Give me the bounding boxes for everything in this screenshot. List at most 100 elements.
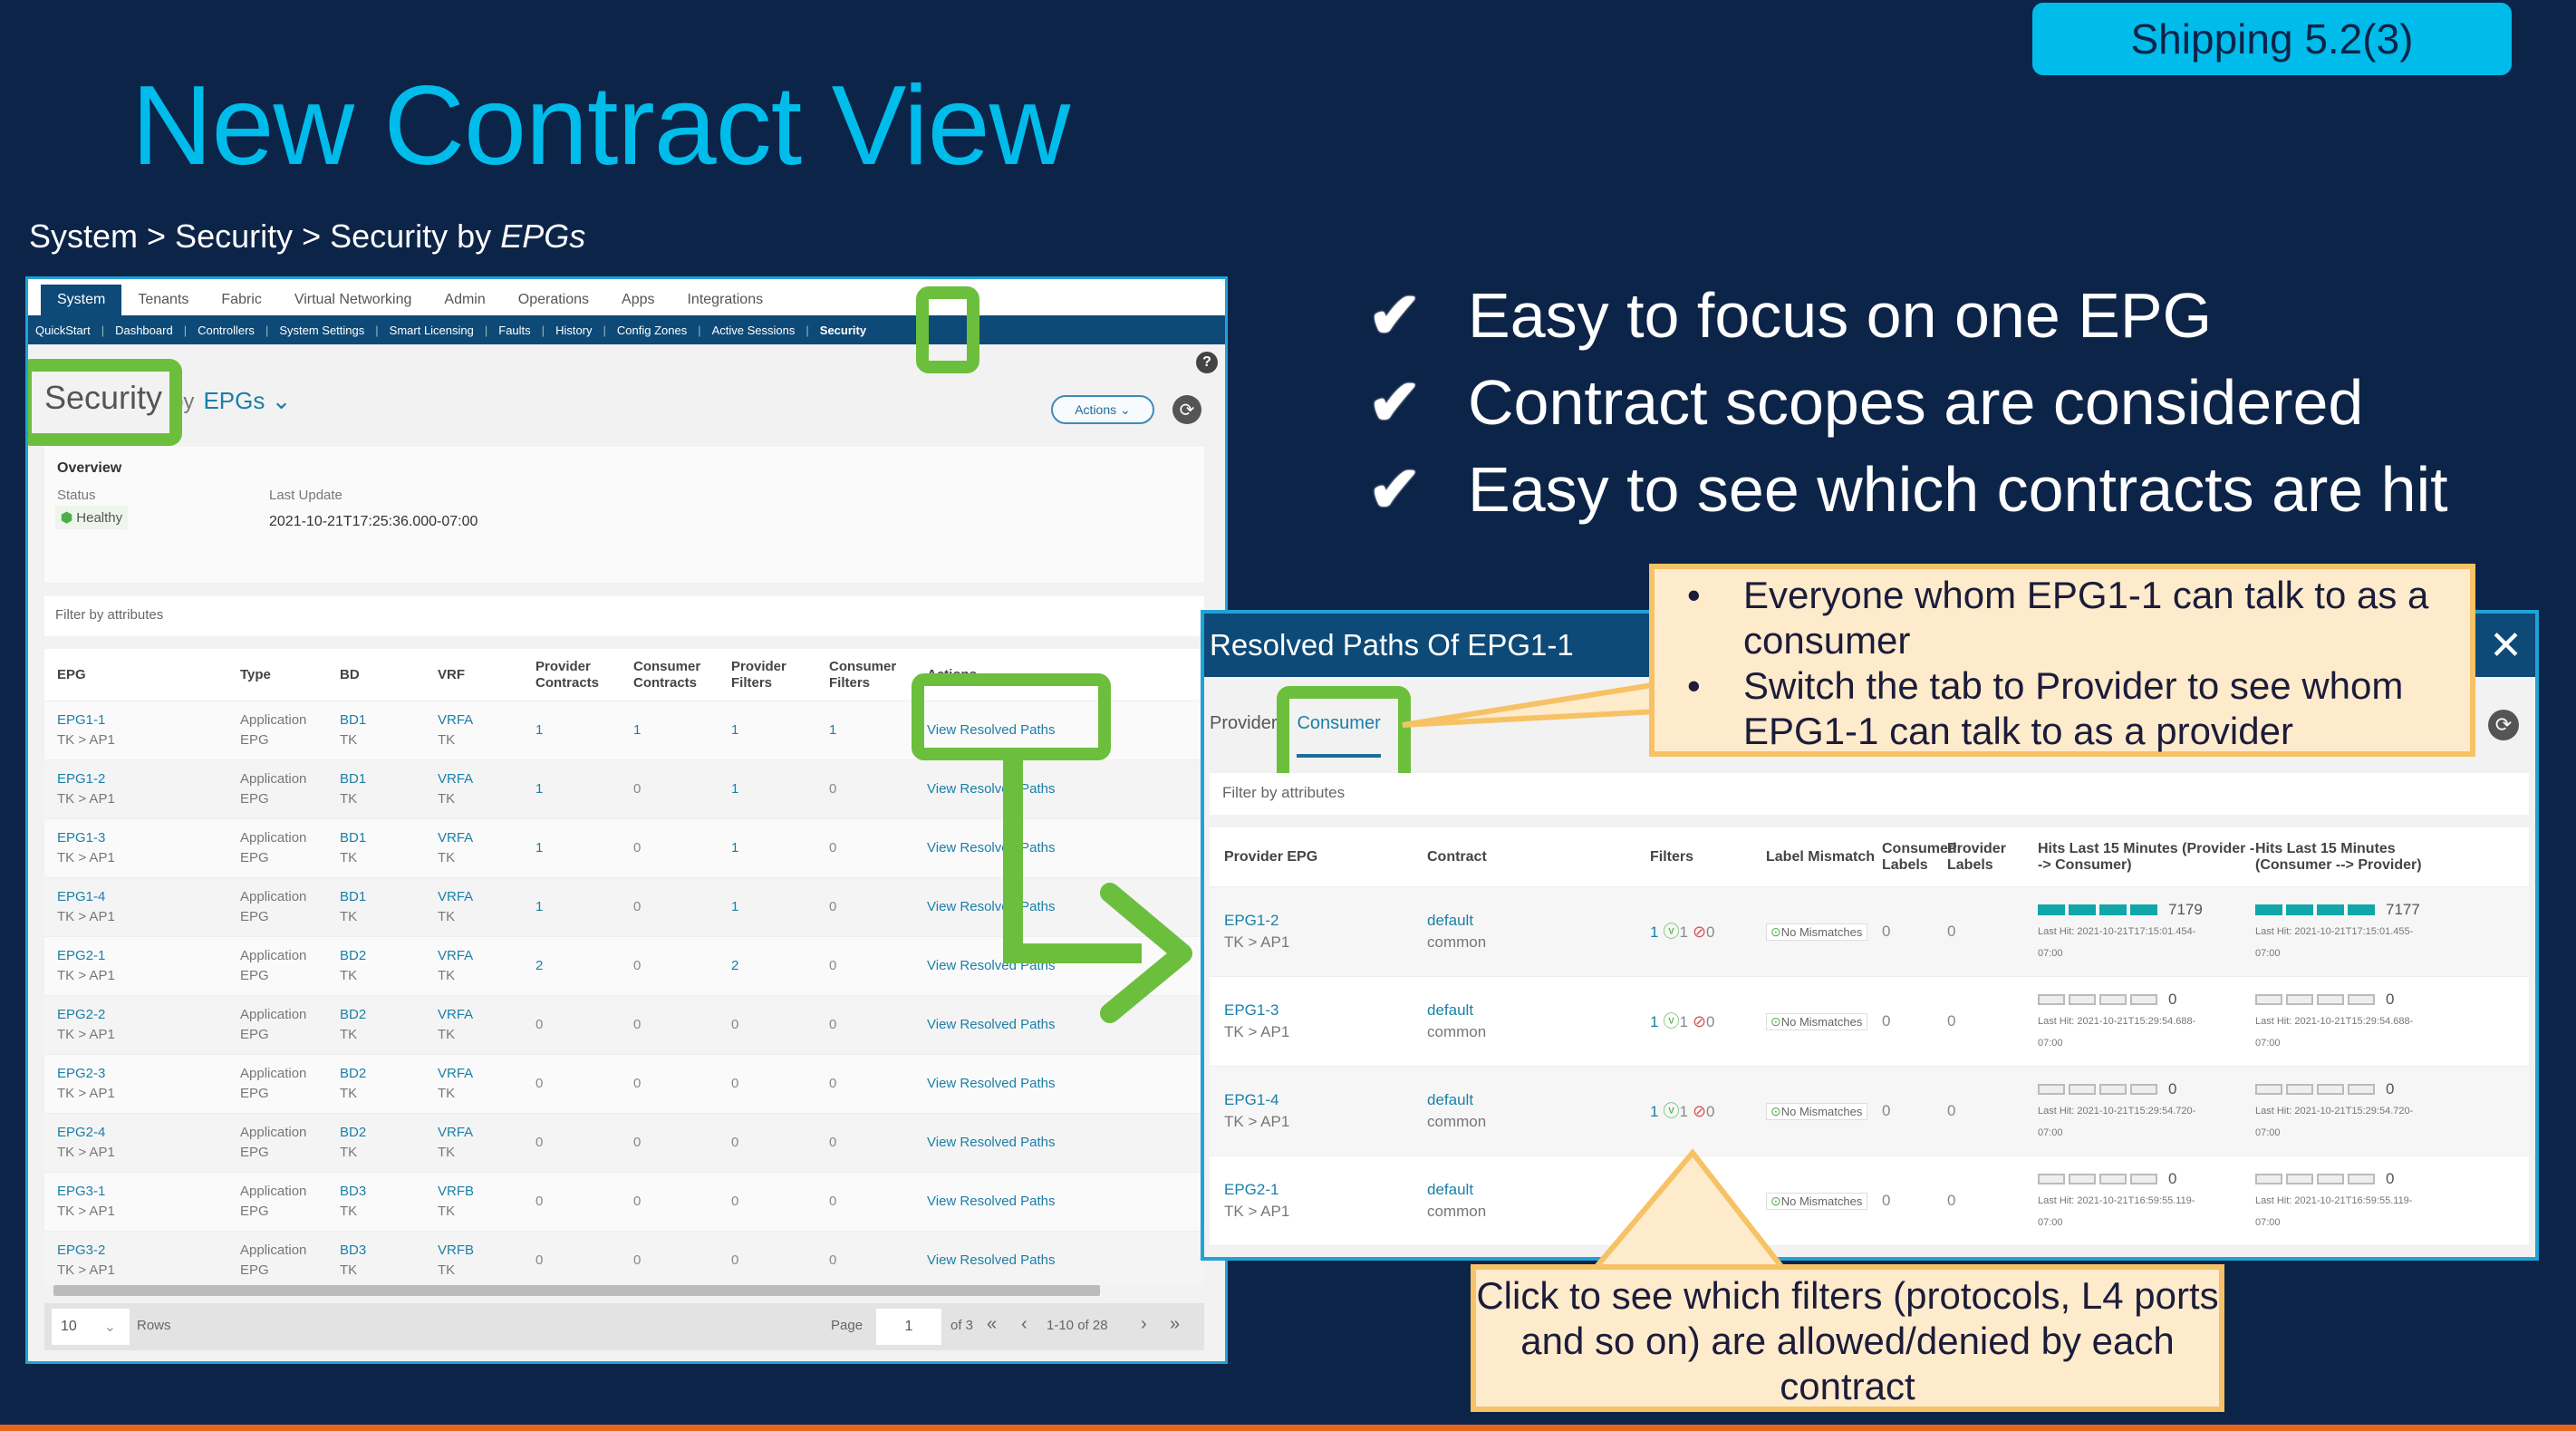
- top-nav-tenants[interactable]: Tenants: [121, 285, 205, 315]
- sub-nav-history[interactable]: History: [555, 324, 592, 337]
- filter-input[interactable]: Filter by attributes: [44, 596, 1204, 636]
- provider-contracts[interactable]: 1: [535, 897, 633, 917]
- contract-link[interactable]: default: [1427, 1179, 1650, 1201]
- last-page-icon[interactable]: »: [1170, 1314, 1180, 1335]
- horizontal-scrollbar[interactable]: [46, 1285, 1206, 1298]
- epg-link[interactable]: EPG1-2: [57, 769, 240, 789]
- next-page-icon[interactable]: ›: [1141, 1314, 1147, 1335]
- epg-link[interactable]: EPG2-4: [57, 1123, 240, 1143]
- view-resolved-paths-link[interactable]: View Resolved Paths: [927, 1192, 1117, 1212]
- contract-link[interactable]: default: [1427, 910, 1650, 932]
- epg-link[interactable]: EPG2-3: [57, 1064, 240, 1084]
- column-header[interactable]: Provider Filters: [731, 659, 829, 691]
- bd-link[interactable]: BD1: [340, 711, 438, 730]
- bd-link[interactable]: BD2: [340, 1005, 438, 1025]
- column-header[interactable]: Consumer Contracts: [633, 659, 731, 691]
- epg-link[interactable]: EPG1-1: [57, 711, 240, 730]
- vrf-link[interactable]: VRFA: [438, 1123, 535, 1143]
- view-resolved-paths-link[interactable]: View Resolved Paths: [927, 1251, 1117, 1271]
- sub-nav-smart-licensing[interactable]: Smart Licensing: [390, 324, 474, 337]
- vrf-link[interactable]: VRFB: [438, 1241, 535, 1261]
- column-header[interactable]: Filters: [1650, 849, 1766, 865]
- epg-link[interactable]: EPG3-2: [57, 1241, 240, 1261]
- bd-link[interactable]: BD3: [340, 1241, 438, 1261]
- filters-cell[interactable]: 1 ⓥ1 ⊘0: [1650, 1190, 1766, 1213]
- epg-link[interactable]: EPG2-1: [57, 946, 240, 966]
- vrf-link[interactable]: VRFA: [438, 1064, 535, 1084]
- epg-link[interactable]: EPG3-1: [57, 1182, 240, 1202]
- bd-link[interactable]: BD2: [340, 946, 438, 966]
- epg-link[interactable]: EPG2-1: [1224, 1179, 1427, 1201]
- view-resolved-paths-link[interactable]: View Resolved Paths: [927, 956, 1117, 976]
- column-header[interactable]: Hits Last 15 Minutes (Consumer --> Provi…: [2255, 841, 2473, 874]
- column-header[interactable]: Hits Last 15 Minutes (Provider --> Consu…: [2038, 841, 2255, 874]
- filters-cell[interactable]: 1 ⓥ1 ⊘0: [1650, 1010, 1766, 1033]
- bd-link[interactable]: BD1: [340, 828, 438, 848]
- bd-link[interactable]: BD1: [340, 887, 438, 907]
- view-resolved-paths-link[interactable]: View Resolved Paths: [927, 1133, 1117, 1153]
- view-resolved-paths-link[interactable]: View Resolved Paths: [927, 1074, 1117, 1094]
- sub-nav-system-settings[interactable]: System Settings: [279, 324, 364, 337]
- close-icon[interactable]: ✕: [2489, 623, 2523, 669]
- column-header[interactable]: Contract: [1427, 849, 1650, 865]
- consumer-contracts[interactable]: 1: [633, 720, 731, 740]
- sub-nav-security[interactable]: Security: [820, 324, 866, 337]
- view-resolved-paths-link[interactable]: View Resolved Paths: [927, 779, 1117, 799]
- provider-filters[interactable]: 1: [731, 779, 829, 799]
- column-header[interactable]: Label Mismatch: [1766, 849, 1882, 865]
- filter-input[interactable]: Filter by attributes: [1210, 773, 2529, 815]
- column-header[interactable]: EPG: [44, 667, 240, 683]
- view-resolved-paths-link[interactable]: View Resolved Paths: [927, 897, 1117, 917]
- refresh-icon[interactable]: ⟳: [2488, 710, 2519, 740]
- column-header[interactable]: Provider Labels: [1947, 841, 2038, 874]
- top-nav-admin[interactable]: Admin: [428, 285, 501, 315]
- first-page-icon[interactable]: «: [987, 1314, 997, 1335]
- top-nav-fabric[interactable]: Fabric: [205, 285, 277, 315]
- vrf-link[interactable]: VRFB: [438, 1182, 535, 1202]
- provider-filters[interactable]: 1: [731, 838, 829, 858]
- provider-contracts[interactable]: 1: [535, 720, 633, 740]
- provider-contracts[interactable]: 1: [535, 779, 633, 799]
- bd-link[interactable]: BD2: [340, 1123, 438, 1143]
- vrf-link[interactable]: VRFA: [438, 946, 535, 966]
- tab-provider[interactable]: Provider: [1210, 713, 1277, 758]
- sub-nav-faults[interactable]: Faults: [498, 324, 530, 337]
- top-nav-operations[interactable]: Operations: [502, 285, 605, 315]
- epg-link[interactable]: EPG1-3: [57, 828, 240, 848]
- vrf-link[interactable]: VRFA: [438, 828, 535, 848]
- provider-filters[interactable]: 1: [731, 897, 829, 917]
- provider-contracts[interactable]: 2: [535, 956, 633, 976]
- view-resolved-paths-link[interactable]: View Resolved Paths: [927, 838, 1117, 858]
- sub-nav-config-zones[interactable]: Config Zones: [617, 324, 687, 337]
- provider-filters[interactable]: 1: [731, 720, 829, 740]
- epg-link[interactable]: EPG1-2: [1224, 910, 1427, 932]
- epg-link[interactable]: EPG2-2: [57, 1005, 240, 1025]
- bd-link[interactable]: BD3: [340, 1182, 438, 1202]
- actions-button[interactable]: Actions ⌄: [1051, 395, 1154, 424]
- column-header[interactable]: Consumed Labels: [1882, 841, 1957, 874]
- column-header[interactable]: Provider EPG: [1210, 849, 1427, 865]
- sub-nav-quickstart[interactable]: QuickStart: [35, 324, 91, 337]
- epg-link[interactable]: EPG1-3: [1224, 1000, 1427, 1021]
- column-header[interactable]: VRF: [438, 667, 535, 683]
- rows-per-page-select[interactable]: 10 ⌄: [52, 1309, 130, 1345]
- bd-link[interactable]: BD2: [340, 1064, 438, 1084]
- bd-link[interactable]: BD1: [340, 769, 438, 789]
- vrf-link[interactable]: VRFA: [438, 1005, 535, 1025]
- top-nav-virtual-networking[interactable]: Virtual Networking: [278, 285, 429, 315]
- top-nav-integrations[interactable]: Integrations: [671, 285, 779, 315]
- view-resolved-paths-link[interactable]: View Resolved Paths: [927, 1015, 1117, 1035]
- column-header[interactable]: Type: [240, 667, 340, 683]
- column-header[interactable]: Provider Contracts: [535, 659, 633, 691]
- top-nav-system[interactable]: System: [41, 285, 122, 315]
- provider-filters[interactable]: 2: [731, 956, 829, 976]
- help-icon[interactable]: ?: [1196, 352, 1218, 373]
- sub-nav-dashboard[interactable]: Dashboard: [115, 324, 173, 337]
- scrollbar-thumb[interactable]: [53, 1285, 1100, 1296]
- sub-nav-active-sessions[interactable]: Active Sessions: [712, 324, 796, 337]
- vrf-link[interactable]: VRFA: [438, 711, 535, 730]
- epg-link[interactable]: EPG1-4: [1224, 1089, 1427, 1111]
- contract-link[interactable]: default: [1427, 1000, 1650, 1021]
- sub-nav-controllers[interactable]: Controllers: [198, 324, 255, 337]
- epg-link[interactable]: EPG1-4: [57, 887, 240, 907]
